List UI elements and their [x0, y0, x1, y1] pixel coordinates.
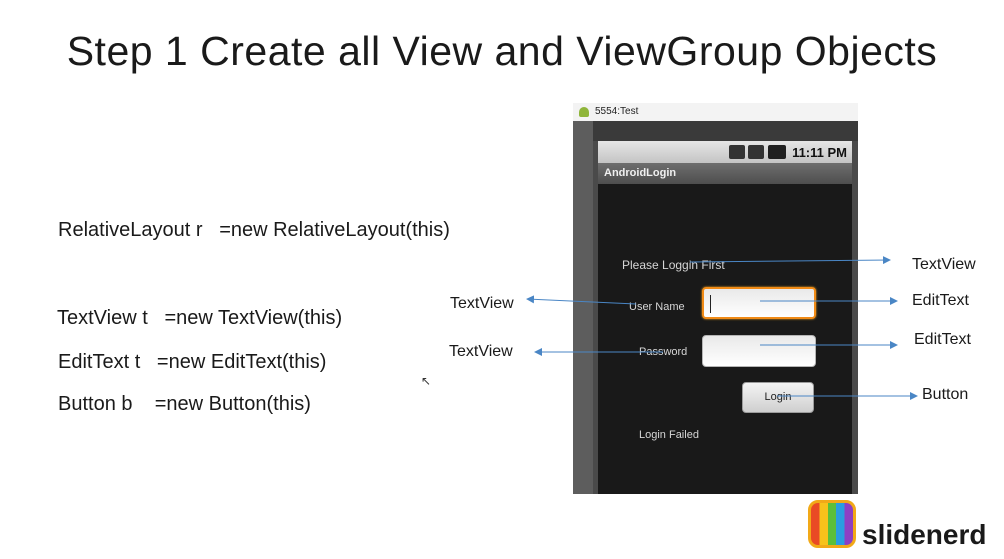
- code-line-textview: TextView t =new TextView(this): [57, 307, 343, 329]
- signal-icon: [748, 145, 764, 159]
- emulator-window-title: 5554:Test: [595, 106, 639, 117]
- code-line-relativelayout: RelativeLayout r =new RelativeLayout(thi…: [58, 219, 450, 241]
- slide-title: Step 1 Create all View and ViewGroup Obj…: [66, 28, 938, 74]
- annotation-username-edittext: EditText: [912, 292, 969, 309]
- device-screen: 11:11 PM AndroidLogin Please Loggin Firs…: [598, 141, 853, 494]
- battery-icon: [768, 145, 786, 159]
- mouse-pointer-icon: ↖: [421, 374, 432, 388]
- annotation-username-textview: TextView: [450, 295, 514, 312]
- emulator-bezel: [593, 121, 858, 141]
- annotation-prompt-textview: TextView: [912, 256, 976, 273]
- username-input[interactable]: [702, 287, 816, 319]
- slidenerd-tv-logo-icon: [808, 500, 856, 548]
- password-input[interactable]: [702, 335, 816, 367]
- android-icon: [579, 107, 589, 117]
- login-result-text: Login Failed: [639, 429, 699, 441]
- annotation-button: Button: [922, 386, 969, 403]
- password-label: Password: [639, 346, 688, 358]
- text-cursor: [710, 295, 711, 313]
- emulator-edge: [852, 141, 858, 494]
- prompt-text: Please Loggin First: [622, 258, 725, 272]
- status-bar: 11:11 PM: [598, 141, 853, 163]
- network-3g-icon: [729, 145, 745, 159]
- username-label: User Name: [629, 301, 685, 313]
- emulator-titlebar[interactable]: 5554:Test: [573, 103, 858, 121]
- slide: Step 1 Create all View and ViewGroup Obj…: [0, 0, 1004, 559]
- login-button[interactable]: Login: [742, 382, 814, 413]
- code-line-button: Button b =new Button(this): [58, 393, 311, 415]
- code-line-edittext: EditText t =new EditText(this): [58, 351, 327, 373]
- annotation-password-edittext: EditText: [914, 331, 971, 348]
- logo-text: slidenerd: [862, 519, 987, 550]
- app-title-bar: AndroidLogin: [598, 163, 853, 184]
- annotation-password-textview: TextView: [449, 343, 513, 360]
- emulator-side-panel: [573, 121, 593, 494]
- status-time: 11:11 PM: [792, 145, 847, 160]
